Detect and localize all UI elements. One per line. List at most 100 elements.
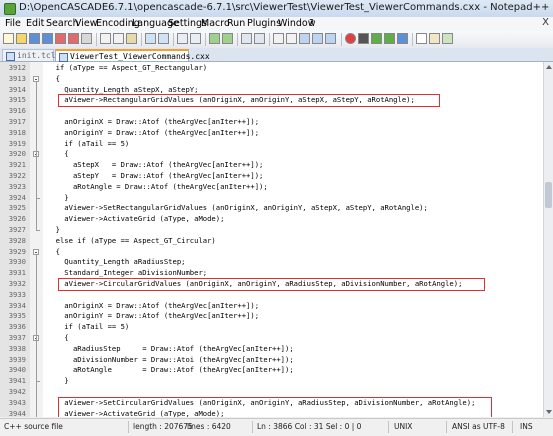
cut-icon[interactable] xyxy=(100,33,111,44)
code-text[interactable]: } xyxy=(47,193,68,204)
tab-viewertest-viewercommands[interactable]: ViewerTest_ViewerCommands.cxx xyxy=(55,49,210,62)
function-list-icon[interactable] xyxy=(325,33,336,44)
code-line[interactable]: 3922 aStepY = Draw::Atof (theArgVec[anIt… xyxy=(0,171,543,182)
code-text[interactable]: } xyxy=(47,376,68,387)
menu-edit[interactable]: Edit xyxy=(26,18,44,29)
replace-icon[interactable] xyxy=(190,33,201,44)
code-text[interactable]: aStepY = Draw::Atof (theArgVec[anIter++]… xyxy=(47,171,263,182)
open-file-icon[interactable] xyxy=(16,33,27,44)
menu-run[interactable]: Run xyxy=(227,18,245,29)
code-text[interactable]: aStepX = Draw::Atof (theArgVec[anIter++]… xyxy=(47,160,263,171)
code-line[interactable]: 3925 aViewer->SetRectangularGridValues (… xyxy=(0,203,543,214)
line-number: 3935 xyxy=(8,311,26,321)
sync-vertical-icon[interactable] xyxy=(241,33,252,44)
copy-icon[interactable] xyxy=(113,33,124,44)
code-text[interactable]: } xyxy=(47,225,60,236)
code-text[interactable]: if (aTail == 5) xyxy=(47,322,129,333)
code-text[interactable]: else if (aType == Aspect_GT_Circular) xyxy=(47,236,216,247)
code-line[interactable]: 3928 else if (aType == Aspect_GT_Circula… xyxy=(0,236,543,247)
code-text[interactable]: aRadiusStep = Draw::Atof (theArgVec[anIt… xyxy=(47,344,294,355)
show-all-chars-icon[interactable] xyxy=(286,33,297,44)
scroll-up-icon[interactable] xyxy=(546,65,552,69)
play-macro-icon[interactable] xyxy=(371,33,382,44)
code-line[interactable]: 3937 { xyxy=(0,333,543,344)
line-number: 3943 xyxy=(8,397,26,407)
tab-init-tcl[interactable]: init.tcl xyxy=(2,49,56,61)
code-text[interactable]: Quantity_Length aRadiusStep; xyxy=(47,257,185,268)
plugin-icon[interactable] xyxy=(429,33,440,44)
code-line[interactable]: 3921 aStepX = Draw::Atof (theArgVec[anIt… xyxy=(0,160,543,171)
code-text[interactable]: { xyxy=(47,149,68,160)
save-icon[interactable] xyxy=(29,33,40,44)
code-line[interactable]: 3920 { xyxy=(0,149,543,160)
code-text[interactable]: if (aTail == 5) xyxy=(47,139,129,150)
code-line[interactable]: 3930 Quantity_Length aRadiusStep; xyxy=(0,257,543,268)
code-text[interactable]: { xyxy=(47,247,60,258)
doc-map-icon[interactable] xyxy=(312,33,323,44)
code-text[interactable]: { xyxy=(47,333,68,344)
code-text[interactable]: { xyxy=(47,74,60,85)
code-text[interactable]: anOriginX = Draw::Atof (theArgVec[anIter… xyxy=(47,117,259,128)
code-line[interactable]: 3940 aRotAngle = Draw::Atof (theArgVec[a… xyxy=(0,365,543,376)
code-line[interactable]: 3917 anOriginX = Draw::Atof (theArgVec[a… xyxy=(0,117,543,128)
scroll-down-icon[interactable] xyxy=(546,410,552,414)
run-macro-multiple-icon[interactable] xyxy=(384,33,395,44)
save-macro-icon[interactable] xyxy=(397,33,408,44)
new-file-icon[interactable] xyxy=(3,33,14,44)
line-number: 3941 xyxy=(8,376,26,386)
vertical-scrollbar[interactable] xyxy=(543,62,553,417)
code-line[interactable]: 3939 aDivisionNumber = Draw::Atoi (theAr… xyxy=(0,355,543,366)
close-all-icon[interactable] xyxy=(68,33,79,44)
code-line[interactable]: 3934 anOriginX = Draw::Atof (theArgVec[a… xyxy=(0,301,543,312)
code-text[interactable]: if (aType == Aspect_GT_Rectangular) xyxy=(47,63,207,74)
menu-help[interactable]: ? xyxy=(309,18,314,29)
code-line[interactable]: 3927 } xyxy=(0,225,543,236)
word-wrap-icon[interactable] xyxy=(273,33,284,44)
stop-macro-icon[interactable] xyxy=(358,33,369,44)
code-text[interactable]: aRotAngle = Draw::Atof (theArgVec[anIter… xyxy=(47,182,268,193)
code-line[interactable]: 3929 { xyxy=(0,247,543,258)
print-icon[interactable] xyxy=(81,33,92,44)
paste-icon[interactable] xyxy=(126,33,137,44)
plugin-icon[interactable] xyxy=(442,33,453,44)
undo-icon[interactable] xyxy=(145,33,156,44)
code-line[interactable]: 3935 anOriginY = Draw::Atof (theArgVec[a… xyxy=(0,311,543,322)
indent-guide-icon[interactable] xyxy=(299,33,310,44)
code-text[interactable]: anOriginX = Draw::Atof (theArgVec[anIter… xyxy=(47,301,259,312)
zoom-out-icon[interactable] xyxy=(222,33,233,44)
code-line[interactable]: 3923 aRotAngle = Draw::Atof (theArgVec[a… xyxy=(0,182,543,193)
menu-search[interactable]: Search xyxy=(46,18,79,29)
spell-check-icon[interactable] xyxy=(416,33,427,44)
code-line[interactable]: 3936 if (aTail == 5) xyxy=(0,322,543,333)
code-line[interactable]: 3916 xyxy=(0,106,543,117)
close-document-icon[interactable]: X xyxy=(542,17,549,28)
code-text[interactable]: anOriginY = Draw::Atof (theArgVec[anIter… xyxy=(47,311,259,322)
save-all-icon[interactable] xyxy=(42,33,53,44)
code-line[interactable]: 3924 } xyxy=(0,193,543,204)
editor-area[interactable]: 3912 if (aType == Aspect_GT_Rectangular)… xyxy=(0,62,543,417)
code-text[interactable]: aDivisionNumber = Draw::Atoi (theArgVec[… xyxy=(47,355,294,366)
code-line[interactable]: 3941 } xyxy=(0,376,543,387)
code-text[interactable]: aViewer->SetRectangularGridValues (anOri… xyxy=(47,203,428,214)
code-text[interactable]: aRotAngle = Draw::Atof (theArgVec[anIter… xyxy=(47,365,294,376)
code-line[interactable]: 3919 if (aTail == 5) xyxy=(0,139,543,150)
menu-plugins[interactable]: Plugins xyxy=(247,18,281,29)
code-line[interactable]: 3913 { xyxy=(0,74,543,85)
code-line[interactable]: 3918 anOriginY = Draw::Atof (theArgVec[a… xyxy=(0,128,543,139)
scroll-thumb[interactable] xyxy=(545,182,552,208)
code-line[interactable]: 3912 if (aType == Aspect_GT_Rectangular) xyxy=(0,63,543,74)
code-text[interactable]: anOriginY = Draw::Atof (theArgVec[anIter… xyxy=(47,128,259,139)
find-icon[interactable] xyxy=(177,33,188,44)
sync-horizontal-icon[interactable] xyxy=(254,33,265,44)
menu-macro[interactable]: Macro xyxy=(201,18,230,29)
record-macro-icon[interactable] xyxy=(345,33,356,44)
menu-file[interactable]: File xyxy=(5,18,21,29)
menu-view[interactable]: View xyxy=(75,18,98,29)
code-line[interactable]: 3938 aRadiusStep = Draw::Atof (theArgVec… xyxy=(0,344,543,355)
redo-icon[interactable] xyxy=(158,33,169,44)
code-line[interactable]: 3933 xyxy=(0,290,543,301)
code-text[interactable]: aViewer->ActivateGrid (aType, aMode); xyxy=(47,214,224,225)
close-icon[interactable] xyxy=(55,33,66,44)
code-line[interactable]: 3926 aViewer->ActivateGrid (aType, aMode… xyxy=(0,214,543,225)
zoom-in-icon[interactable] xyxy=(209,33,220,44)
